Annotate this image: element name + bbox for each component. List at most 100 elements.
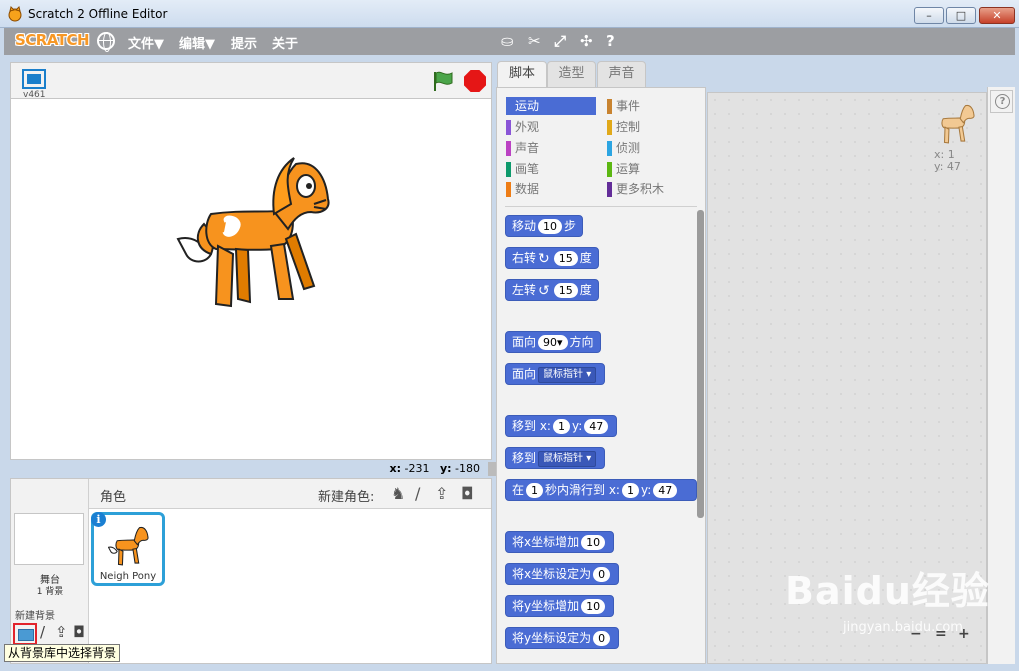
degrees-input[interactable]: 15 xyxy=(553,283,578,298)
seconds-input[interactable]: 1 xyxy=(526,483,544,498)
block-text: 度 xyxy=(579,251,592,265)
cut-icon[interactable]: ✂ xyxy=(528,32,541,50)
collapse-stage-handle[interactable] xyxy=(488,462,496,476)
stop-icon[interactable] xyxy=(464,70,486,92)
block-move-steps[interactable]: 移动 10 步 xyxy=(505,215,584,237)
category-data[interactable]: 数据 xyxy=(506,180,596,198)
rotate-ccw-icon: ↺ xyxy=(538,282,550,299)
camera-icon[interactable]: ◘ xyxy=(73,623,85,641)
presentation-mode-icon[interactable] xyxy=(22,69,46,89)
x-input[interactable]: 1 xyxy=(621,483,639,498)
mouse-y-value: -180 xyxy=(455,462,480,475)
menu-file[interactable]: 文件▼ xyxy=(128,33,164,52)
sprites-header: 角色 新建角色: ♞ / ⇪ ◘ xyxy=(89,479,491,509)
block-text: 面向 xyxy=(512,367,537,381)
category-more-blocks[interactable]: 更多积木 xyxy=(607,180,697,198)
mouse-y-label: y: xyxy=(439,462,452,475)
block-glide[interactable]: 在 1 秒内滑行到 x: 1 y: 47 xyxy=(505,479,697,501)
target-dropdown[interactable]: 鼠标指针 ▾ xyxy=(538,450,597,467)
sprite-y-label: y: 47 xyxy=(934,160,961,173)
right-strip xyxy=(987,87,1015,664)
menu-tips[interactable]: 提示 xyxy=(231,33,257,52)
block-goto[interactable]: 移到 鼠标指针 ▾ xyxy=(505,447,606,469)
upload-icon[interactable]: ⇪ xyxy=(55,623,68,641)
block-text: 将y坐标设定为 xyxy=(512,631,592,645)
category-looks[interactable]: 外观 xyxy=(506,118,596,136)
category-pen[interactable]: 画笔 xyxy=(506,160,596,178)
category-sound[interactable]: 声音 xyxy=(506,139,596,157)
close-button[interactable]: ✕ xyxy=(979,7,1015,24)
direction-input[interactable]: 90▾ xyxy=(538,335,568,350)
degrees-input[interactable]: 15 xyxy=(553,251,578,266)
window-title: Scratch 2 Offline Editor xyxy=(28,7,168,21)
block-turn-right[interactable]: 右转 ↻ 15 度 xyxy=(505,247,599,269)
current-sprite-icon xyxy=(941,104,975,144)
info-icon[interactable]: i xyxy=(91,512,106,527)
value-input[interactable]: 0 xyxy=(593,631,611,646)
scratch-logo[interactable]: SCRATCH xyxy=(15,31,90,49)
block-goto-xy[interactable]: 移到 x: 1 y: 47 xyxy=(505,415,618,437)
block-text: 面向 xyxy=(512,335,537,349)
block-set-x[interactable]: 将x坐标设定为 0 xyxy=(505,563,620,585)
category-control[interactable]: 控制 xyxy=(607,118,697,136)
help-button[interactable]: ? xyxy=(990,90,1013,113)
category-motion[interactable]: 运动 xyxy=(506,97,596,115)
block-text: 方向 xyxy=(569,335,594,349)
category-sensing[interactable]: 侦测 xyxy=(607,139,697,157)
y-input[interactable]: 47 xyxy=(653,483,678,498)
grow-icon[interactable]: ⤢ xyxy=(554,32,566,50)
block-change-x[interactable]: 将x坐标增加 10 xyxy=(505,531,615,553)
stage-canvas[interactable] xyxy=(10,98,492,460)
rotate-cw-icon: ↻ xyxy=(538,250,550,267)
category-operators[interactable]: 运算 xyxy=(607,160,697,178)
block-point-towards[interactable]: 面向 鼠标指针 ▾ xyxy=(505,363,606,385)
value-input[interactable]: 0 xyxy=(593,567,611,582)
camera-sprite-icon[interactable]: ◘ xyxy=(461,484,474,503)
steps-input[interactable]: 10 xyxy=(538,219,563,234)
block-palette: 运动 外观 声音 画笔 数据 事件 控制 侦测 运算 更多积木 移动 10 步 右转… xyxy=(496,87,706,664)
block-text: 右转 xyxy=(512,251,537,265)
mouse-coordinates-bar: x: -231 y: -180 xyxy=(10,460,492,476)
green-flag-icon[interactable] xyxy=(431,70,455,92)
block-text: 步 xyxy=(564,219,577,233)
value-input[interactable]: 10 xyxy=(581,599,606,614)
sprite-thumbnail[interactable]: i Neigh Pony xyxy=(91,512,165,586)
minimize-icon: – xyxy=(926,9,932,22)
target-dropdown[interactable]: 鼠标指针 ▾ xyxy=(538,366,597,383)
tab-sounds[interactable]: 声音 xyxy=(597,61,646,87)
block-text: 移动 xyxy=(512,219,537,233)
block-text: 将x坐标设定为 xyxy=(512,567,592,581)
sprite-library-icon[interactable]: ♞ xyxy=(391,484,405,503)
backdrop-library-icon[interactable] xyxy=(13,623,37,645)
maximize-button[interactable]: □ xyxy=(946,7,976,24)
value-input[interactable]: 10 xyxy=(581,535,606,550)
shrink-icon[interactable]: ✣ xyxy=(580,32,593,50)
language-globe-icon[interactable] xyxy=(97,32,115,52)
paint-brush-icon[interactable]: / xyxy=(40,623,45,641)
mouse-x-value: -231 xyxy=(404,462,430,475)
block-text: 移到 xyxy=(512,451,537,465)
block-change-y[interactable]: 将y坐标增加 10 xyxy=(505,595,615,617)
x-input[interactable]: 1 xyxy=(552,419,570,434)
paint-sprite-icon[interactable]: / xyxy=(415,484,420,503)
duplicate-icon[interactable]: ⛀ xyxy=(501,32,514,50)
sprite-pane: 舞台 1 背景 新建背景 / ⇪ ◘ 角色 新建角色: ♞ / ⇪ ◘ i Ne… xyxy=(10,478,492,664)
block-point-direction[interactable]: 面向 90▾ 方向 xyxy=(505,331,601,353)
stage-thumbnail[interactable] xyxy=(14,513,84,565)
menu-about[interactable]: 关于 xyxy=(272,33,298,52)
pony-sprite[interactable] xyxy=(176,154,336,314)
minimize-button[interactable]: – xyxy=(914,7,944,24)
menu-edit[interactable]: 编辑▼ xyxy=(179,33,215,52)
upload-sprite-icon[interactable]: ⇪ xyxy=(435,484,448,503)
tab-scripts[interactable]: 脚本 xyxy=(497,61,547,88)
block-set-y[interactable]: 将y坐标设定为 0 xyxy=(505,627,620,649)
sprite-name: Neigh Pony xyxy=(99,571,157,582)
y-input[interactable]: 47 xyxy=(584,419,609,434)
block-turn-left[interactable]: 左转 ↺ 15 度 xyxy=(505,279,599,301)
help-icon[interactable]: ? xyxy=(606,32,615,50)
category-events[interactable]: 事件 xyxy=(607,97,697,115)
palette-scrollbar[interactable] xyxy=(697,210,704,518)
block-text: 将x坐标增加 xyxy=(512,535,580,549)
sprites-title: 角色 xyxy=(100,490,127,505)
tab-costumes[interactable]: 造型 xyxy=(547,61,596,87)
